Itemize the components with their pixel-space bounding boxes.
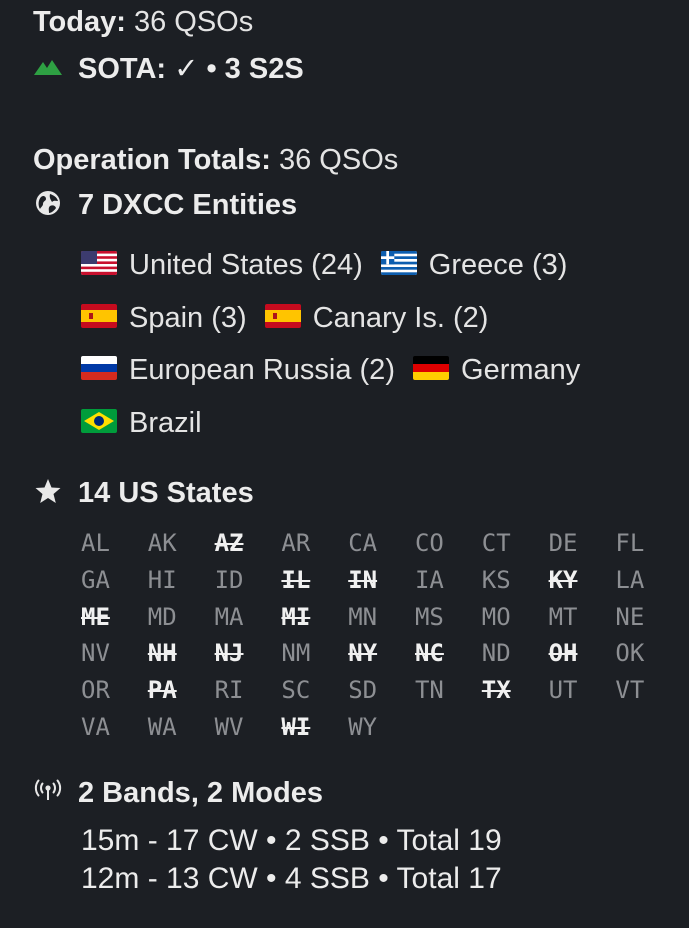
state-not-worked: CA (348, 529, 378, 557)
brazil-flag (81, 408, 117, 433)
state-not-worked: NM (281, 639, 311, 668)
state-not-worked: ID (214, 565, 244, 594)
state-worked: WI (281, 712, 311, 741)
band-line: 15m - 17 CW • 2 SSB • Total 19 (81, 824, 502, 857)
state-not-worked: VT (615, 676, 645, 705)
state-not-worked: WV (214, 712, 244, 741)
dxcc-line: United States (24) Greece (3) (81, 242, 590, 295)
state-not-worked: MS (414, 602, 444, 631)
dxcc-entity: Germany (461, 354, 581, 386)
state-not-worked: NE (615, 602, 645, 631)
state-worked: NJ (214, 639, 244, 668)
state-not-worked: UT (548, 676, 578, 705)
us-states-row: OR PA RI SC SD TN TX UT VT (81, 672, 682, 709)
us-states-row: VA WA WV WI WY (81, 709, 682, 746)
state-not-worked: ND (481, 639, 511, 668)
state-worked: NY (348, 639, 378, 668)
germany-flag (413, 356, 450, 381)
dxcc-line: Brazil (81, 400, 590, 453)
state-worked: MI (281, 602, 311, 631)
state-worked: IN (348, 565, 378, 594)
state-worked: KY (548, 565, 578, 594)
state-worked: NH (147, 639, 177, 668)
dxcc-entity-list: United States (24) Greece (3) Spain (3) … (81, 242, 590, 452)
today-summary: Today: 36 QSOs (33, 6, 253, 39)
state-worked: PA (147, 676, 177, 705)
state-worked: IL (281, 565, 311, 594)
state-not-worked: MD (147, 602, 177, 631)
us-states-heading: 14 US States (33, 477, 254, 510)
us-states-grid: AL AK AZ AR CA CO CT DE FL GA HI ID IL IN IA KS KY LA ME MD… (81, 525, 682, 746)
antenna-icon (33, 776, 63, 806)
state-not-worked: NV (81, 639, 110, 668)
band-line: 12m - 13 CW • 4 SSB • Total 17 (81, 862, 502, 895)
state-not-worked: SD (348, 676, 378, 705)
us-states-row: AL AK AZ AR CA CO CT DE FL (81, 525, 682, 562)
dxcc-line: European Russia (2) Germany (81, 347, 590, 400)
state-not-worked: LA (615, 565, 645, 594)
today-label: Today: (33, 6, 126, 38)
state-not-worked: SC (281, 676, 311, 705)
state-not-worked: AR (281, 529, 311, 557)
dxcc-entity: Brazil (129, 406, 202, 439)
state-not-worked: AL (81, 529, 110, 557)
dxcc-count: 7 DXCC Entities (78, 189, 298, 221)
dxcc-entity: European Russia (2) (129, 354, 395, 386)
state-not-worked: MO (481, 602, 511, 631)
sota-summary: SOTA: ✓ • 3 S2S (33, 53, 304, 86)
dxcc-entity: Greece (3) (428, 249, 568, 281)
globe-icon (33, 188, 63, 218)
band-breakdown: 15m - 17 CW • 2 SSB • Total 19 12m - 13 … (81, 822, 502, 898)
operation-totals: Operation Totals: 36 QSOs (33, 144, 398, 177)
bands-modes-heading: 2 Bands, 2 Modes (33, 777, 323, 810)
us-flag (81, 251, 117, 276)
state-worked: AZ (214, 529, 244, 557)
state-worked: ME (81, 602, 110, 631)
state-not-worked: IA (414, 565, 444, 594)
dxcc-heading: 7 DXCC Entities (33, 189, 297, 222)
today-qso-count: 36 QSOs (133, 6, 254, 38)
state-worked: OH (548, 639, 578, 668)
spain-flag (81, 303, 117, 328)
us-states-row: ME MD MA MI MN MS MO MT NE (81, 599, 682, 636)
dxcc-entity: United States (24) (129, 249, 363, 281)
us-states-row: GA HI ID IL IN IA KS KY LA (81, 562, 682, 599)
state-not-worked: WY (348, 712, 378, 741)
us-states-row: NV NH NJ NM NY NC ND OH OK (81, 635, 682, 672)
spain-flag (264, 303, 301, 328)
state-not-worked: MT (548, 602, 578, 631)
totals-qso-count: 36 QSOs (278, 144, 399, 176)
state-not-worked: MA (214, 602, 244, 631)
state-not-worked: CT (481, 529, 511, 557)
mountain-icon (33, 52, 63, 82)
state-not-worked: VA (81, 712, 110, 741)
state-not-worked: WA (147, 712, 177, 741)
state-not-worked: RI (214, 676, 244, 705)
sota-status: SOTA: ✓ • 3 S2S (78, 53, 304, 85)
state-worked: TX (481, 676, 511, 705)
state-not-worked: CO (414, 529, 444, 557)
state-not-worked: HI (147, 565, 177, 594)
state-not-worked: DE (548, 529, 578, 557)
state-not-worked: MN (348, 602, 378, 631)
state-worked: NC (414, 639, 444, 668)
state-not-worked: OK (615, 639, 645, 668)
state-not-worked: GA (81, 565, 110, 594)
state-not-worked: FL (615, 529, 645, 557)
totals-label: Operation Totals: (33, 144, 271, 176)
us-states-count: 14 US States (78, 477, 254, 509)
dxcc-entity: Canary Is. (2) (312, 301, 489, 334)
russia-flag (81, 356, 117, 381)
greece-flag (380, 251, 417, 276)
dxcc-entity: Spain (3) (129, 301, 247, 334)
state-not-worked: KS (481, 565, 511, 594)
state-not-worked: TN (414, 676, 444, 705)
state-not-worked: OR (81, 676, 110, 705)
dxcc-line: Spain (3) Canary Is. (2) (81, 295, 590, 348)
bands-modes-count: 2 Bands, 2 Modes (78, 777, 323, 809)
star-icon (33, 476, 63, 506)
state-not-worked: AK (147, 529, 177, 557)
